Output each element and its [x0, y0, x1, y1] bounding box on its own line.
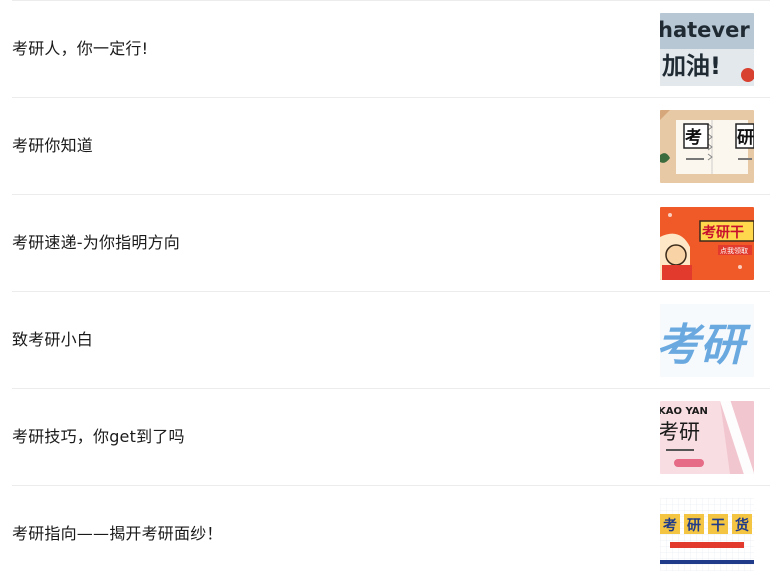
list-item-4[interactable]: 致考研小白 考研: [12, 291, 770, 388]
thumb-text: 考研干: [702, 224, 744, 241]
article-title[interactable]: 致考研小白: [12, 330, 93, 350]
thumb-text: 考研: [660, 420, 700, 444]
article-title[interactable]: 考研你知道: [12, 136, 93, 156]
thumbnail-image: hatever 加油!: [660, 13, 754, 86]
kaoyan-calligraphy-thumbnail[interactable]: 考研: [660, 304, 754, 377]
thumb-text: KAO YAN: [660, 406, 708, 417]
list-item-6[interactable]: 考研指向——揭开考研面纱！ 考 研 干 货: [12, 485, 770, 582]
thumbnail-image: KAO YAN 考研: [660, 401, 754, 474]
article-title[interactable]: 考研速递-为你指明方向: [12, 233, 180, 253]
thumb-text: 货: [734, 517, 749, 534]
article-title[interactable]: 考研人，你一定行!: [12, 39, 148, 59]
thumb-text: 考: [684, 127, 702, 148]
thumb-text: 考: [663, 517, 677, 534]
thumbnail-image: 考研: [660, 304, 754, 377]
thumb-text: 加油!: [662, 52, 721, 80]
thumb-text: hatever: [660, 18, 750, 42]
kaoyan-grid-thumbnail[interactable]: 考 研 干 货: [660, 498, 754, 571]
article-title[interactable]: 考研技巧，你get到了吗: [12, 427, 185, 447]
article-list: 考研人，你一定行! hatever 加油! 考研你知道 考 研 考研速递-为你指…: [0, 0, 772, 578]
list-item-3[interactable]: 考研速递-为你指明方向 考研干 点我领取: [12, 194, 770, 291]
thumb-text: 研: [737, 128, 754, 148]
thumb-text: 干: [711, 518, 725, 534]
thumbnail-image: 考 研 干 货: [660, 498, 754, 571]
kaoyan-pen-thumbnail[interactable]: KAO YAN 考研: [660, 401, 754, 474]
article-title[interactable]: 考研指向——揭开考研面纱！: [12, 524, 223, 544]
thumbnail-image: 考 研: [660, 110, 754, 183]
list-item-1[interactable]: 考研人，你一定行! hatever 加油!: [12, 0, 770, 97]
kaoyan-cartoon-thumbnail[interactable]: 考研干 点我领取: [660, 207, 754, 280]
whatever-cheer-thumbnail[interactable]: hatever 加油!: [660, 13, 754, 86]
list-item-2[interactable]: 考研你知道 考 研: [12, 97, 770, 194]
thumb-text: 考研: [660, 320, 751, 371]
list-item-5[interactable]: 考研技巧，你get到了吗 KAO YAN 考研: [12, 388, 770, 485]
thumb-text: 点我领取: [720, 246, 748, 255]
kaoyan-notebook-thumbnail[interactable]: 考 研: [660, 110, 754, 183]
thumb-text: 研: [687, 518, 701, 534]
thumbnail-image: 考研干 点我领取: [660, 207, 754, 280]
